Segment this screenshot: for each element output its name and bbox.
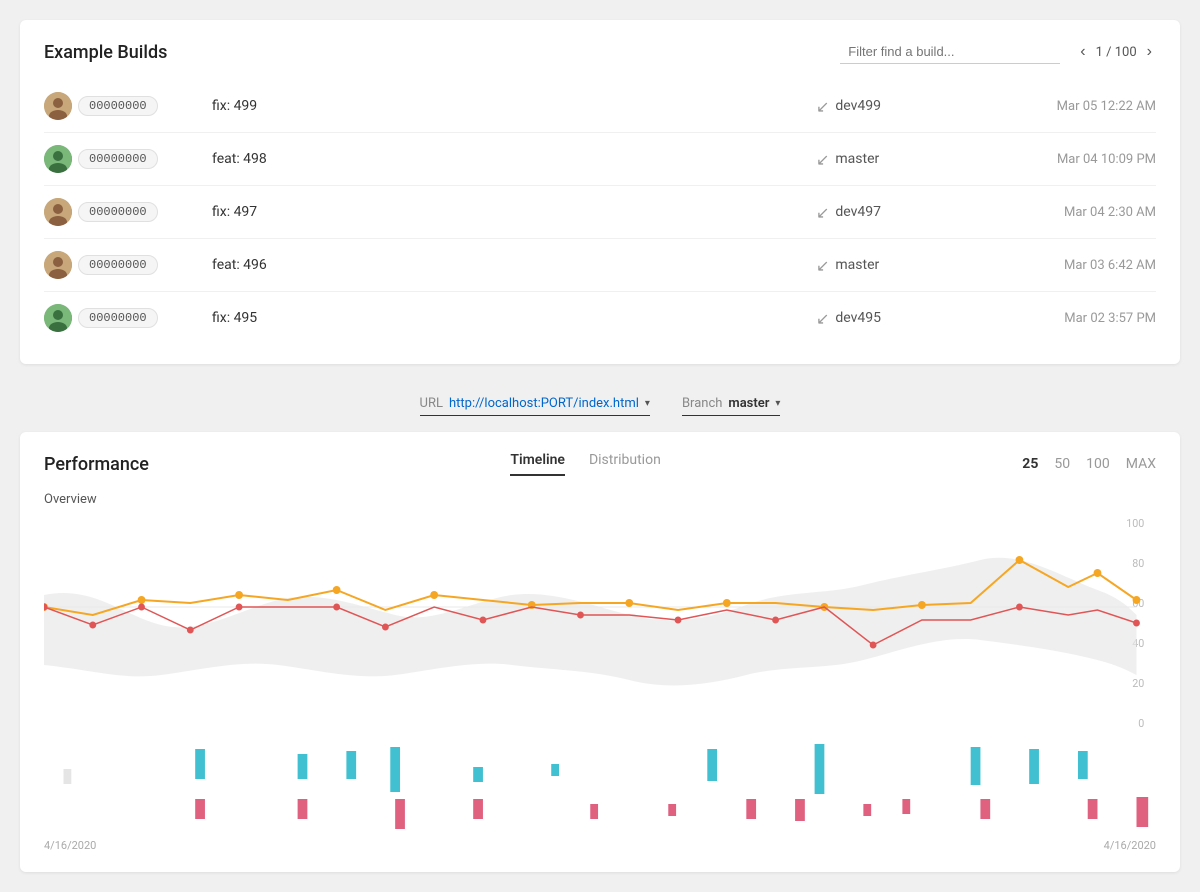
builds-list: 00000000 fix: 499 ↙ dev499 Mar 05 12:22 … — [44, 80, 1156, 344]
branch-icon: ↙ — [816, 256, 829, 275]
performance-chart: 100 80 60 40 20 0 — [44, 515, 1156, 735]
branch-dropdown-icon: ▾ — [775, 398, 780, 409]
count-max[interactable]: MAX — [1126, 456, 1156, 472]
url-branch-bar: URL http://localhost:PORT/index.html ▾ B… — [20, 384, 1180, 432]
avatar-icon — [44, 145, 72, 173]
count-25[interactable]: 25 — [1022, 456, 1038, 472]
url-label: URL — [420, 396, 443, 411]
builds-header: Example Builds ‹ 1 / 100 › — [44, 40, 1156, 64]
build-label: fix: 495 — [204, 310, 816, 326]
build-badge: 00000000 — [44, 92, 204, 120]
avatar-icon — [44, 92, 72, 120]
build-id: 00000000 — [78, 96, 158, 116]
build-badge: 00000000 — [44, 145, 204, 173]
build-label: fix: 499 — [204, 98, 816, 114]
build-label: feat: 498 — [204, 151, 816, 167]
build-id: 00000000 — [78, 202, 158, 222]
table-row[interactable]: 00000000 fix: 495 ↙ dev495 Mar 02 3:57 P… — [44, 291, 1156, 344]
date-end: 4/16/2020 — [1104, 839, 1156, 852]
builds-title: Example Builds — [44, 42, 167, 63]
svg-text:100: 100 — [1126, 517, 1144, 530]
build-branch: ↙ dev497 — [816, 203, 996, 222]
build-branch: ↙ dev499 — [816, 97, 996, 116]
build-id: 00000000 — [78, 149, 158, 169]
build-badge: 00000000 — [44, 304, 204, 332]
branch-label: Branch — [682, 396, 722, 411]
build-label: fix: 497 — [204, 204, 816, 220]
url-selector[interactable]: URL http://localhost:PORT/index.html ▾ — [420, 396, 650, 416]
avatar — [44, 145, 72, 173]
date-start: 4/16/2020 — [44, 839, 96, 852]
url-dropdown-icon: ▾ — [645, 398, 650, 409]
builds-card: Example Builds ‹ 1 / 100 › — [20, 20, 1180, 364]
avatar-icon — [44, 251, 72, 279]
table-row[interactable]: 00000000 fix: 499 ↙ dev499 Mar 05 12:22 … — [44, 80, 1156, 132]
builds-header-right: ‹ 1 / 100 › — [840, 40, 1156, 64]
pagination-next-button[interactable]: › — [1143, 41, 1156, 63]
branch-icon: ↙ — [816, 150, 829, 169]
build-date: Mar 04 10:09 PM — [996, 152, 1156, 167]
performance-title: Performance — [44, 454, 149, 475]
build-badge: 00000000 — [44, 251, 204, 279]
build-date: Mar 02 3:57 PM — [996, 311, 1156, 326]
branch-icon: ↙ — [816, 97, 829, 116]
svg-text:80: 80 — [1132, 557, 1144, 570]
avatar — [44, 304, 72, 332]
avatar — [44, 251, 72, 279]
chart-container: 100 80 60 40 20 0 — [44, 515, 1156, 852]
branch-name: dev499 — [835, 98, 881, 114]
pagination-prev-button[interactable]: ‹ — [1076, 41, 1089, 63]
branch-name: master — [835, 151, 879, 167]
table-row[interactable]: 00000000 fix: 497 ↙ dev497 Mar 04 2:30 A… — [44, 185, 1156, 238]
table-row[interactable]: 00000000 feat: 498 ↙ master Mar 04 10:09… — [44, 132, 1156, 185]
build-badge: 00000000 — [44, 198, 204, 226]
bar-chart — [44, 739, 1156, 829]
branch-icon: ↙ — [816, 203, 829, 222]
branch-value: master — [728, 396, 769, 411]
performance-counts: 25 50 100 MAX — [1022, 456, 1156, 472]
svg-text:20: 20 — [1132, 677, 1144, 690]
filter-input[interactable] — [840, 40, 1060, 64]
overview-label: Overview — [44, 492, 1156, 507]
avatar-icon — [44, 198, 72, 226]
avatar-icon — [44, 304, 72, 332]
svg-text:0: 0 — [1138, 717, 1144, 730]
build-label: feat: 496 — [204, 257, 816, 273]
table-row[interactable]: 00000000 feat: 496 ↙ master Mar 03 6:42 … — [44, 238, 1156, 291]
build-branch: ↙ dev495 — [816, 309, 996, 328]
branch-name: master — [835, 257, 879, 273]
avatar — [44, 92, 72, 120]
count-50[interactable]: 50 — [1054, 456, 1070, 472]
pagination: ‹ 1 / 100 › — [1076, 41, 1156, 63]
branch-icon: ↙ — [816, 309, 829, 328]
performance-card: Performance Timeline Distribution 25 50 … — [20, 432, 1180, 872]
tab-timeline[interactable]: Timeline — [510, 452, 565, 476]
tab-distribution[interactable]: Distribution — [589, 452, 661, 476]
avatar — [44, 198, 72, 226]
performance-tabs: Timeline Distribution — [510, 452, 660, 476]
build-branch: ↙ master — [816, 256, 996, 275]
build-date: Mar 04 2:30 AM — [996, 205, 1156, 220]
date-labels: 4/16/2020 4/16/2020 — [44, 839, 1156, 852]
build-branch: ↙ master — [816, 150, 996, 169]
url-value: http://localhost:PORT/index.html — [449, 396, 639, 411]
branch-name: dev497 — [835, 204, 881, 220]
build-id: 00000000 — [78, 255, 158, 275]
count-100[interactable]: 100 — [1086, 456, 1110, 472]
pagination-display: 1 / 100 — [1096, 45, 1137, 60]
build-date: Mar 05 12:22 AM — [996, 99, 1156, 114]
build-date: Mar 03 6:42 AM — [996, 258, 1156, 273]
branch-selector[interactable]: Branch master ▾ — [682, 396, 781, 416]
branch-name: dev495 — [835, 310, 881, 326]
performance-header: Performance Timeline Distribution 25 50 … — [44, 452, 1156, 476]
build-id: 00000000 — [78, 308, 158, 328]
